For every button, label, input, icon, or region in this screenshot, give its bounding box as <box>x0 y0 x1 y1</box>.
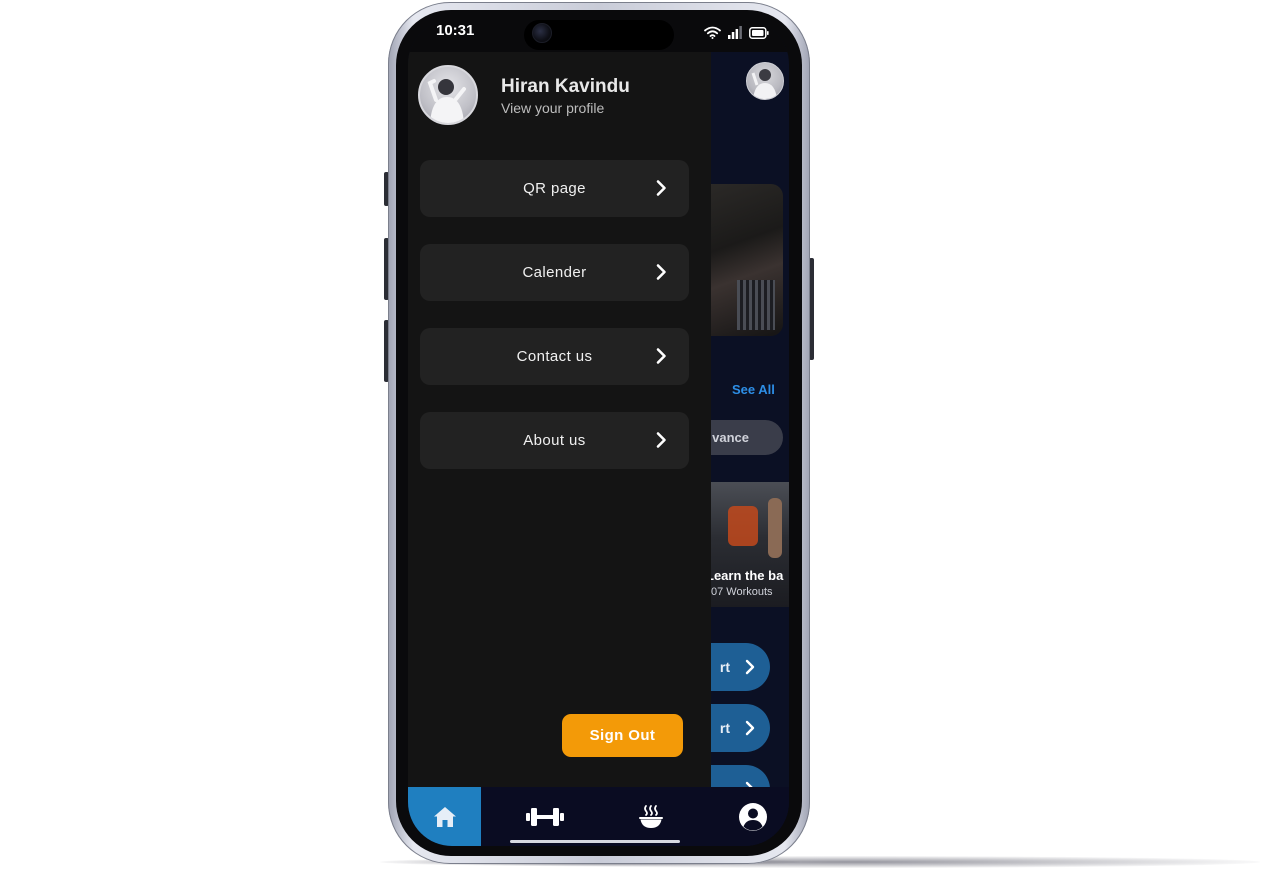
nav-profile[interactable] <box>716 787 789 846</box>
phone-screen: See All vance Learn the ba 07 Workouts r… <box>408 20 789 846</box>
bottom-navigation <box>408 787 789 846</box>
menu-item-label: Contact us <box>516 348 593 365</box>
status-bar: 10:31 <box>408 20 789 52</box>
home-indicator[interactable] <box>510 840 680 843</box>
menu-item-about-us[interactable]: About us <box>420 412 689 469</box>
menu-item-label: About us <box>523 432 586 449</box>
sign-out-button[interactable]: Sign Out <box>562 714 683 757</box>
signal-icon <box>728 26 742 39</box>
start-button-label: rt <box>719 720 730 736</box>
athlete-image <box>768 498 782 558</box>
device-mockup: See All vance Learn the ba 07 Workouts r… <box>0 0 1283 873</box>
view-profile-link[interactable]: View your profile <box>501 100 604 116</box>
gym-rack-image <box>737 280 775 330</box>
person-photo-icon <box>427 79 466 123</box>
battery-icon <box>749 26 769 39</box>
menu-item-calender[interactable]: Calender <box>420 244 689 301</box>
menu-item-label: Calender <box>522 264 587 281</box>
chevron-right-icon <box>745 659 755 675</box>
nav-workouts[interactable] <box>508 787 582 846</box>
navigation-drawer: Hiran Kavindu View your profile QR page … <box>408 52 711 787</box>
status-time: 10:31 <box>436 22 475 39</box>
menu-item-contact-us[interactable]: Contact us <box>420 328 689 385</box>
start-button-label: rt <box>719 659 730 675</box>
food-bowl-icon <box>639 804 663 828</box>
menu-item-label: QR page <box>523 180 586 197</box>
user-profile-icon <box>739 802 767 831</box>
workout-card-title: Learn the ba <box>706 568 784 583</box>
chevron-right-icon <box>745 720 755 736</box>
wifi-icon <box>704 26 721 39</box>
chevron-right-icon <box>656 180 666 196</box>
gym-equipment-image <box>728 506 758 546</box>
profile-avatar[interactable] <box>418 65 478 125</box>
chevron-right-icon <box>656 264 666 280</box>
person-photo-icon <box>751 69 777 99</box>
nav-home[interactable] <box>408 787 481 846</box>
front-camera <box>532 23 552 43</box>
workout-card-subtitle: 07 Workouts <box>711 586 773 598</box>
chevron-right-icon <box>656 432 666 448</box>
profile-name: Hiran Kavindu <box>501 76 630 97</box>
background-avatar[interactable] <box>746 62 784 100</box>
chevron-right-icon <box>656 348 666 364</box>
nav-meals[interactable] <box>614 787 688 846</box>
menu-item-qr-page[interactable]: QR page <box>420 160 689 217</box>
dumbbell-icon <box>526 807 564 826</box>
home-icon <box>433 806 456 827</box>
see-all-link[interactable]: See All <box>732 382 775 397</box>
